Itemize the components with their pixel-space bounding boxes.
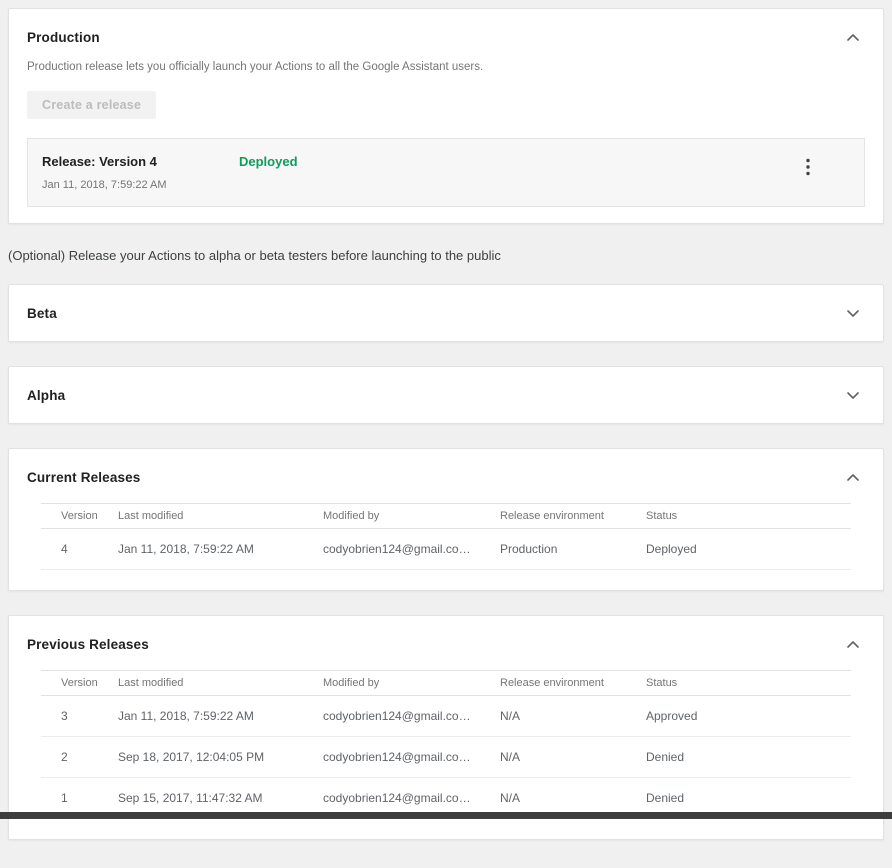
header-release-environment: Release environment	[500, 671, 646, 696]
table-row: 3 Jan 11, 2018, 7:59:22 AM codyobrien124…	[41, 696, 851, 737]
production-header[interactable]: Production	[9, 9, 883, 47]
status-cell: Deployed	[646, 529, 851, 570]
more-vert-icon[interactable]	[798, 156, 818, 178]
table-row: 4 Jan 11, 2018, 7:59:22 AM codyobrien124…	[41, 529, 851, 570]
release-info: Release: Version 4 Deployed Jan 11, 2018…	[42, 154, 798, 191]
release-title: Release: Version 4	[42, 154, 239, 169]
status-cell: Approved	[646, 696, 851, 737]
table-row: 2 Sep 18, 2017, 12:04:05 PM codyobrien12…	[41, 737, 851, 778]
optional-note: (Optional) Release your Actions to alpha…	[8, 248, 884, 263]
beta-title: Beta	[27, 306, 57, 321]
alpha-title: Alpha	[27, 388, 65, 403]
chevron-down-icon[interactable]	[841, 385, 865, 405]
bottom-bar	[0, 812, 892, 819]
previous-releases-card: Previous Releases Version Last modified …	[8, 615, 884, 840]
header-version: Version	[41, 671, 118, 696]
release-environment-cell: Production	[500, 529, 646, 570]
header-status: Status	[646, 504, 851, 529]
header-modified-by: Modified by	[323, 504, 500, 529]
table-header-row: Version Last modified Modified by Releas…	[41, 504, 851, 529]
production-title: Production	[27, 30, 100, 45]
chevron-up-icon[interactable]	[841, 634, 865, 654]
last-modified-cell: Jan 11, 2018, 7:59:22 AM	[118, 529, 323, 570]
release-line: Release: Version 4 Deployed	[42, 154, 798, 169]
beta-card: Beta	[8, 284, 884, 342]
header-status: Status	[646, 671, 851, 696]
version-cell: 3	[41, 696, 118, 737]
status-cell: Denied	[646, 737, 851, 778]
releases-page: Production Production release lets you o…	[0, 0, 892, 868]
current-releases-title: Current Releases	[27, 470, 140, 485]
current-releases-table-wrap: Version Last modified Modified by Releas…	[41, 503, 851, 590]
chevron-down-icon[interactable]	[841, 303, 865, 323]
header-last-modified: Last modified	[118, 504, 323, 529]
header-release-environment: Release environment	[500, 504, 646, 529]
modified-by-cell: codyobrien124@gmail.co…	[323, 737, 500, 778]
current-releases-table: Version Last modified Modified by Releas…	[41, 503, 851, 570]
modified-by-cell: codyobrien124@gmail.co…	[323, 696, 500, 737]
beta-header[interactable]: Beta	[9, 285, 883, 341]
previous-releases-table: Version Last modified Modified by Releas…	[41, 670, 851, 819]
previous-releases-header[interactable]: Previous Releases	[9, 616, 883, 670]
last-modified-cell: Jan 11, 2018, 7:59:22 AM	[118, 696, 323, 737]
header-modified-by: Modified by	[323, 671, 500, 696]
create-release-button[interactable]: Create a release	[27, 91, 156, 119]
header-version: Version	[41, 504, 118, 529]
chevron-up-icon[interactable]	[841, 27, 865, 47]
chevron-up-icon[interactable]	[841, 467, 865, 487]
current-releases-card: Current Releases Version Last modified M…	[8, 448, 884, 591]
alpha-header[interactable]: Alpha	[9, 367, 883, 423]
previous-releases-title: Previous Releases	[27, 637, 149, 652]
version-cell: 4	[41, 529, 118, 570]
table-header-row: Version Last modified Modified by Releas…	[41, 671, 851, 696]
version-cell: 2	[41, 737, 118, 778]
current-releases-header[interactable]: Current Releases	[9, 449, 883, 503]
modified-by-cell: codyobrien124@gmail.co…	[323, 529, 500, 570]
release-status-badge: Deployed	[239, 154, 298, 169]
release-date: Jan 11, 2018, 7:59:22 AM	[42, 179, 798, 191]
production-description: Production release lets you officially l…	[27, 60, 865, 74]
release-row: Release: Version 4 Deployed Jan 11, 2018…	[27, 138, 865, 207]
header-last-modified: Last modified	[118, 671, 323, 696]
last-modified-cell: Sep 18, 2017, 12:04:05 PM	[118, 737, 323, 778]
release-environment-cell: N/A	[500, 696, 646, 737]
release-environment-cell: N/A	[500, 737, 646, 778]
alpha-card: Alpha	[8, 366, 884, 424]
production-card: Production Production release lets you o…	[8, 8, 884, 224]
